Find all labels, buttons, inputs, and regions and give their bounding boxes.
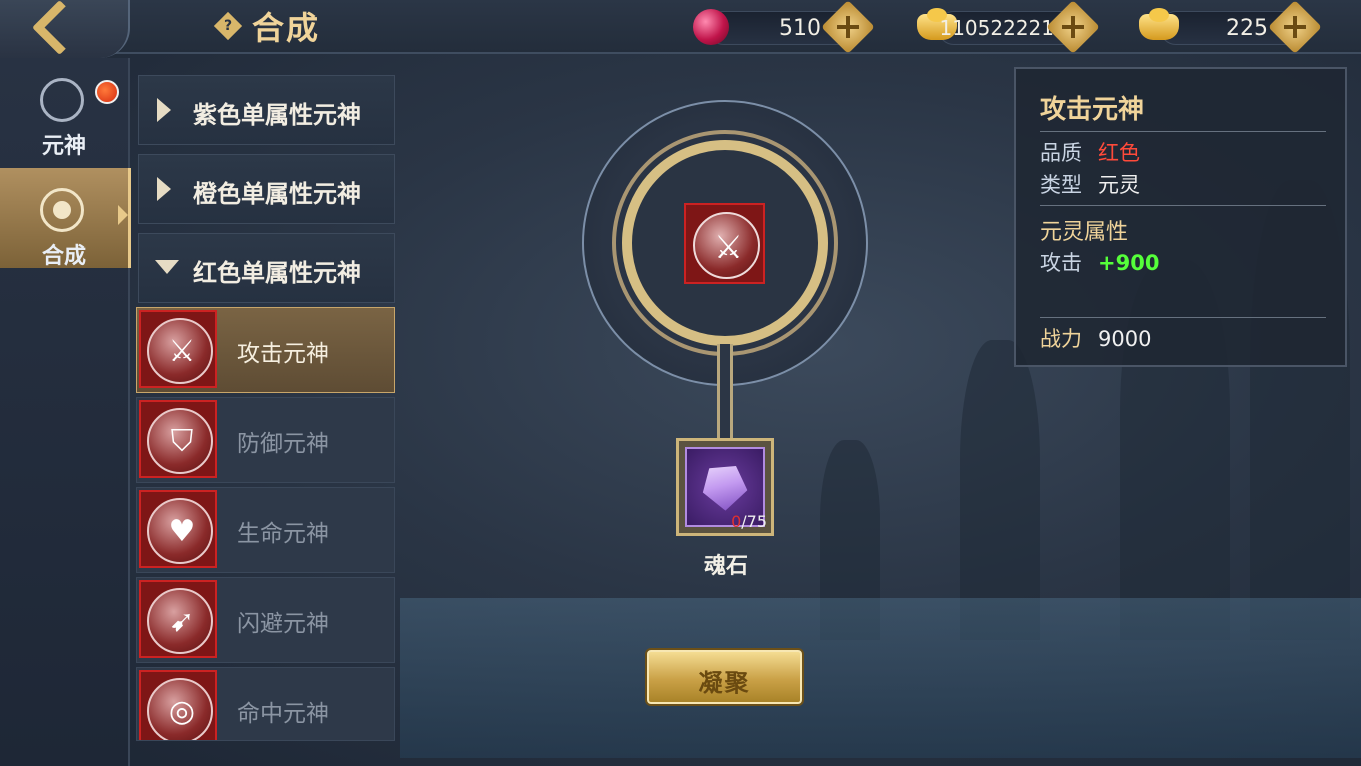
quality-row: 品质 红色: [1040, 141, 1140, 165]
red-gem-icon: [693, 9, 729, 45]
item-label: 生命元神: [237, 521, 329, 547]
resource-value: 225: [1226, 16, 1268, 41]
back-chevron-icon: [31, 0, 88, 56]
sidebar-item-label: 合成: [41, 244, 86, 269]
divider: [1040, 317, 1326, 318]
list-item-life[interactable]: ♥ 生命元神: [136, 487, 395, 573]
sidebar-item-spirit[interactable]: 元神: [0, 58, 128, 159]
divider: [1040, 205, 1326, 206]
list-item-hit[interactable]: ◎ 命中元神: [136, 667, 395, 741]
material-count: 0/75: [731, 512, 767, 531]
result-crossed-swords-icon: ⚔: [684, 203, 765, 284]
back-button[interactable]: [0, 0, 130, 58]
divider: [1040, 131, 1326, 132]
expand-arrow-icon: [157, 177, 171, 201]
collapse-arrow-icon: [155, 260, 179, 274]
sidebar-item-synthesis[interactable]: 合成: [0, 168, 131, 269]
material-name: 魂石: [703, 554, 748, 579]
page-title: 合成: [252, 9, 321, 47]
item-label: 防御元神: [237, 431, 329, 457]
condense-button-label: 凝聚: [698, 669, 751, 697]
resource-ingot: 225: [1139, 0, 1322, 54]
notification-badge: [95, 80, 119, 104]
target-icon: ◎: [139, 670, 217, 740]
mist-band: [400, 598, 1361, 758]
resource-value: 510: [779, 16, 821, 41]
connector-line: [717, 344, 733, 440]
expand-arrow-icon: [157, 98, 171, 122]
list-item-defense[interactable]: ⛉ 防御元神: [136, 397, 395, 483]
category-purple[interactable]: 紫色单属性元神: [138, 75, 395, 145]
crossed-swords-icon: ⚔: [139, 310, 217, 388]
category-orange[interactable]: 橙色单属性元神: [138, 154, 395, 224]
category-label: 红色单属性元神: [193, 259, 361, 287]
heart-icon: ♥: [139, 490, 217, 568]
active-indicator-icon: [118, 205, 128, 225]
list-item-dodge[interactable]: ➹ 闪避元神: [136, 577, 395, 663]
condense-button[interactable]: 凝聚: [647, 650, 802, 704]
attr-row: 攻击 +900: [1040, 251, 1160, 275]
item-label: 命中元神: [237, 701, 329, 727]
resource-gem: 510: [693, 0, 875, 54]
sidebar-item-label: 元神: [41, 134, 86, 159]
resource-gold: 110522221: [917, 0, 1100, 54]
gold-ingot-icon: [1139, 8, 1179, 40]
item-label: 闪避元神: [237, 611, 329, 637]
synthesis-icon: [40, 188, 84, 232]
spirit-icon: [40, 78, 84, 122]
category-red[interactable]: 红色单属性元神: [138, 233, 395, 303]
help-icon[interactable]: ?: [213, 11, 243, 41]
category-label: 橙色单属性元神: [193, 180, 361, 208]
resource-value: 110522221: [939, 16, 1054, 40]
info-panel: 攻击元神 品质 红色 类型 元灵 元灵属性 攻击 +900 战力 9000: [1014, 67, 1347, 367]
title-area: ? 合成: [213, 8, 320, 47]
shield-icon: ⛉: [139, 400, 217, 478]
material-slot[interactable]: 0/75: [676, 438, 774, 536]
category-label: 紫色单属性元神: [193, 101, 361, 129]
running-figure-icon: ➹: [139, 580, 217, 658]
sidebar: 元神 合成: [0, 58, 131, 766]
power-row: 战力 9000: [1040, 327, 1152, 351]
info-title: 攻击元神: [1040, 95, 1145, 125]
mountain-silhouette: [960, 340, 1040, 640]
list-item-attack[interactable]: ⚔ 攻击元神: [136, 307, 395, 393]
item-label: 攻击元神: [237, 341, 329, 367]
attr-header: 元灵属性: [1040, 220, 1129, 245]
type-row: 类型 元灵: [1040, 173, 1140, 197]
